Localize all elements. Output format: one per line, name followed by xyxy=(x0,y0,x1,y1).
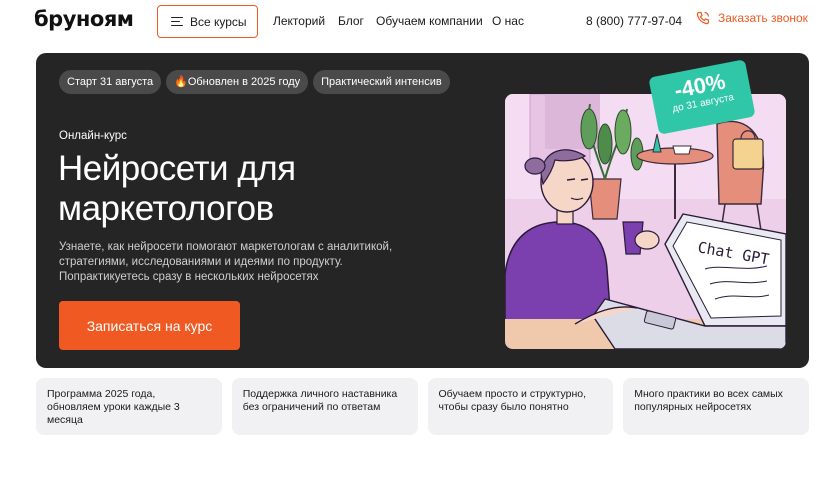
tag-list: Старт 31 августа 🔥Обновлен в 2025 году П… xyxy=(59,70,450,94)
course-type: Онлайн-курс xyxy=(59,130,127,142)
site-header: бруноям Все курсы Лекторий Блог Обучаем … xyxy=(0,0,832,44)
title-line-2: маркетологов xyxy=(58,189,274,228)
page-title: Нейросети для маркетологов xyxy=(58,149,458,229)
phone-icon xyxy=(696,11,710,25)
enroll-button[interactable]: Записаться на курс xyxy=(59,301,240,350)
nav-lectures[interactable]: Лекторий xyxy=(273,14,325,28)
feature-card: Программа 2025 года, обновляем уроки каж… xyxy=(36,378,222,435)
menu-icon xyxy=(171,16,183,27)
all-courses-label: Все курсы xyxy=(190,14,247,29)
tag-start-date: Старт 31 августа xyxy=(59,70,162,94)
feature-card: Поддержка личного наставника без огранич… xyxy=(231,378,418,435)
hero-banner: Старт 31 августа 🔥Обновлен в 2025 году П… xyxy=(36,53,809,368)
feature-card: Много практики во всех самых популярных … xyxy=(623,378,809,435)
callback-label: Заказать звонок xyxy=(718,11,808,25)
tag-updated: 🔥Обновлен в 2025 году xyxy=(166,70,309,94)
nav-blog[interactable]: Блог xyxy=(338,14,364,28)
all-courses-button[interactable]: Все курсы xyxy=(157,5,258,38)
tag-format: Практический интенсив xyxy=(313,70,450,94)
nav-corporate[interactable]: Обучаем компании xyxy=(376,14,483,28)
hero-illustration: Chat GPT xyxy=(505,94,786,349)
feature-list: Программа 2025 года, обновляем уроки каж… xyxy=(36,378,809,435)
logo[interactable]: бруноям xyxy=(34,7,134,31)
feature-card: Обучаем просто и структурно, чтобы сразу… xyxy=(427,378,614,435)
title-line-1: Нейросети для xyxy=(58,149,296,188)
callback-link[interactable]: Заказать звонок xyxy=(696,11,808,25)
phone-link[interactable]: 8 (800) 777-97-04 xyxy=(586,14,682,28)
course-description: Узнаете, как нейросети помогают маркетол… xyxy=(59,241,393,283)
nav-about[interactable]: О нас xyxy=(492,14,524,28)
